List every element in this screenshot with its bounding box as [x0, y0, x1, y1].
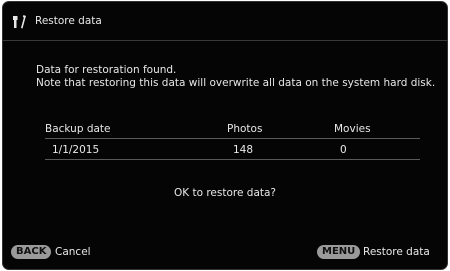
table-header-row: Backup date Photos Movies	[45, 122, 420, 139]
cell-backup-date: 1/1/2015	[52, 144, 100, 156]
menu-button[interactable]: MENU	[317, 245, 361, 259]
header-photos: Photos	[227, 123, 263, 135]
table-row: 1/1/2015 148 0	[45, 143, 420, 160]
page-title: Restore data	[35, 15, 102, 27]
confirm-prompt: OK to restore data?	[173, 187, 277, 199]
cell-photos: 148	[233, 144, 254, 156]
header-backup-date: Backup date	[45, 123, 111, 135]
restore-found-message: Data for restoration found.	[36, 64, 177, 76]
backup-table: Backup date Photos Movies 1/1/2015 148 0	[45, 122, 420, 160]
cell-movies: 0	[340, 144, 347, 156]
title-bar: Restore data	[3, 2, 447, 41]
restore-dialog: Restore data Data for restoration found.…	[2, 1, 448, 270]
overwrite-warning-message: Note that restoring this data will overw…	[36, 77, 436, 89]
restore-data-label[interactable]: Restore data	[363, 246, 430, 258]
back-button[interactable]: BACK	[11, 245, 52, 259]
header-movies: Movies	[334, 123, 371, 135]
cancel-label[interactable]: Cancel	[55, 246, 91, 258]
restore-tools-icon	[13, 14, 27, 30]
